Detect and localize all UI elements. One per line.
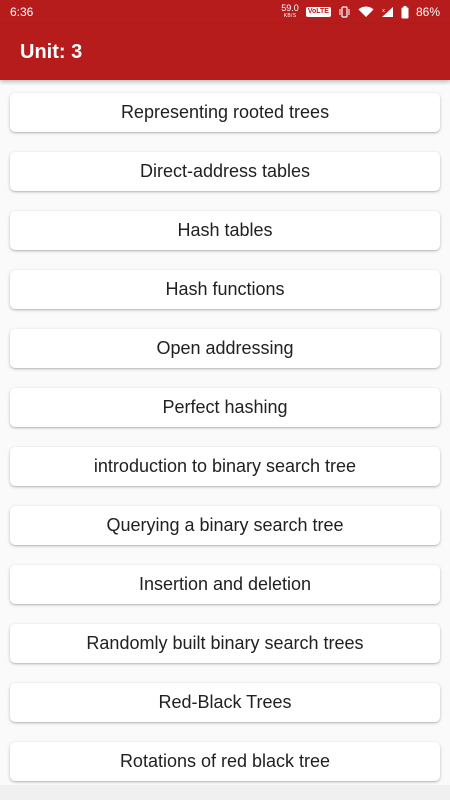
topic-label: Rotations of red black tree bbox=[119, 751, 331, 771]
volte-badge: VoLTE bbox=[305, 7, 331, 17]
topic-item-perfect-hashing[interactable]: Perfect hashing bbox=[10, 388, 440, 427]
topic-item-open-addressing[interactable]: Open addressing bbox=[10, 329, 440, 368]
topic-label: Direct-address tables bbox=[139, 161, 311, 181]
topic-label: Insertion and deletion bbox=[138, 574, 312, 594]
status-bar: 6:36 59.0 KB/S VoLTE x 86% bbox=[0, 0, 450, 24]
status-time: 6:36 bbox=[10, 5, 34, 19]
wifi-icon bbox=[358, 6, 374, 18]
topic-label: Open addressing bbox=[156, 338, 294, 358]
network-speed-value: 59.0 bbox=[281, 3, 299, 13]
status-right: 59.0 KB/S VoLTE x 86% bbox=[281, 4, 440, 20]
topic-item-rotations-red-black-tree[interactable]: Rotations of red black tree bbox=[10, 742, 440, 781]
topic-label: Hash tables bbox=[177, 220, 273, 240]
topic-item-intro-binary-search-tree[interactable]: introduction to binary search tree bbox=[10, 447, 440, 486]
page-title: Unit: 3 bbox=[20, 40, 83, 63]
network-speed: 59.0 KB/S bbox=[281, 4, 299, 20]
topic-item-insertion-deletion[interactable]: Insertion and deletion bbox=[10, 565, 440, 604]
topic-label: Red-Black Trees bbox=[158, 692, 292, 712]
status-left: 6:36 bbox=[10, 5, 33, 19]
topic-item-randomly-built-bst[interactable]: Randomly built binary search trees bbox=[10, 624, 440, 663]
topic-item-representing-rooted-trees[interactable]: Representing rooted trees bbox=[10, 93, 440, 132]
topic-item-querying-bst[interactable]: Querying a binary search tree bbox=[10, 506, 440, 545]
battery-icon bbox=[401, 5, 409, 19]
topic-label: Querying a binary search tree bbox=[106, 515, 344, 535]
topic-item-red-black-trees[interactable]: Red-Black Trees bbox=[10, 683, 440, 722]
svg-text:x: x bbox=[382, 8, 385, 14]
topic-list[interactable]: Representing rooted trees Direct-address… bbox=[0, 80, 450, 785]
topic-label: Randomly built binary search trees bbox=[86, 633, 364, 653]
topic-label: Representing rooted trees bbox=[120, 102, 330, 122]
app-bar: Unit: 3 bbox=[0, 24, 450, 80]
signal-icon: x bbox=[381, 6, 394, 18]
topic-label: Hash functions bbox=[165, 279, 285, 299]
bottom-edge bbox=[0, 785, 450, 800]
topic-item-direct-address-tables[interactable]: Direct-address tables bbox=[10, 152, 440, 191]
battery-percent: 86% bbox=[415, 5, 440, 19]
network-speed-unit: KB/S bbox=[283, 13, 297, 19]
app-screen: 6:36 59.0 KB/S VoLTE x 86% Unit: 3 Repre… bbox=[0, 0, 450, 800]
topic-item-hash-tables[interactable]: Hash tables bbox=[10, 211, 440, 250]
vibrate-icon bbox=[338, 6, 351, 18]
topic-label: Perfect hashing bbox=[162, 397, 288, 417]
topic-label: introduction to binary search tree bbox=[93, 456, 357, 476]
topic-item-hash-functions[interactable]: Hash functions bbox=[10, 270, 440, 309]
